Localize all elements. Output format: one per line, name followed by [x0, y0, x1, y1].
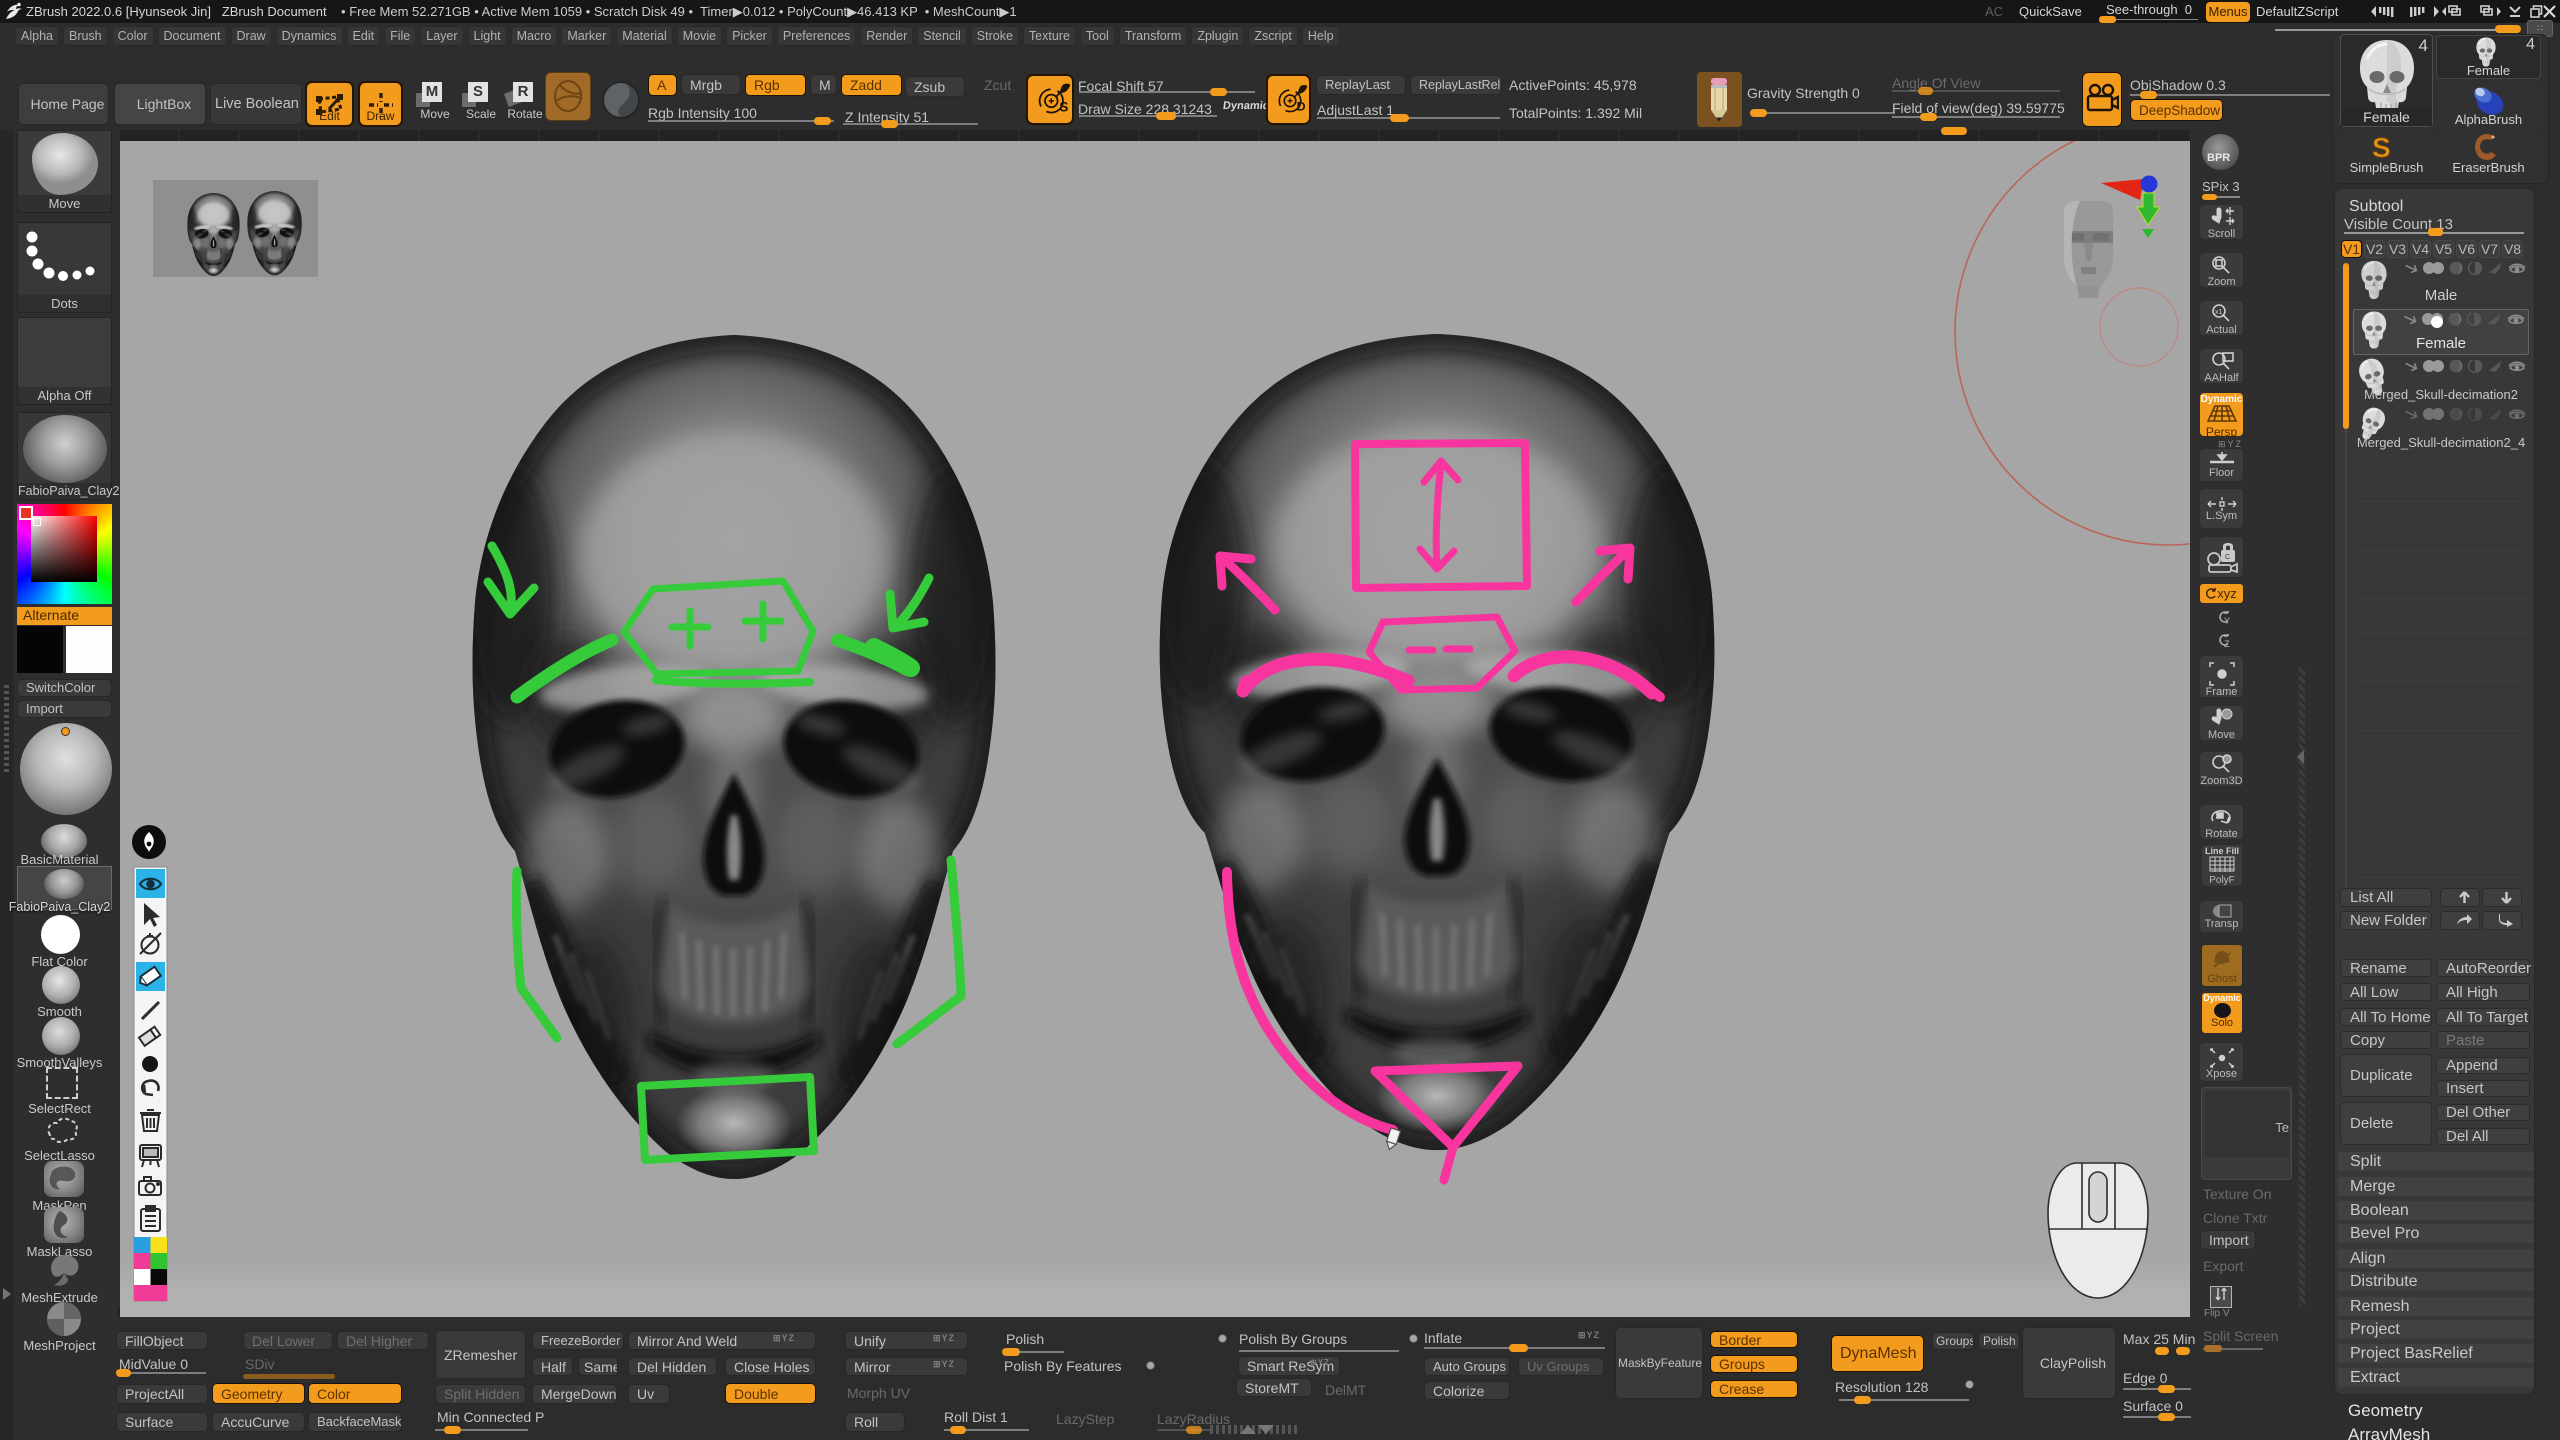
svg-text:C: C	[2225, 554, 2230, 561]
svg-text:Y: Y	[2224, 616, 2230, 625]
svg-text:D: D	[1297, 99, 1306, 113]
svg-text:S: S	[1059, 99, 1068, 114]
svg-text:x1: x1	[2215, 309, 2223, 316]
svg-text:S: S	[2372, 132, 2391, 162]
svg-text:Z: Z	[2224, 639, 2230, 648]
